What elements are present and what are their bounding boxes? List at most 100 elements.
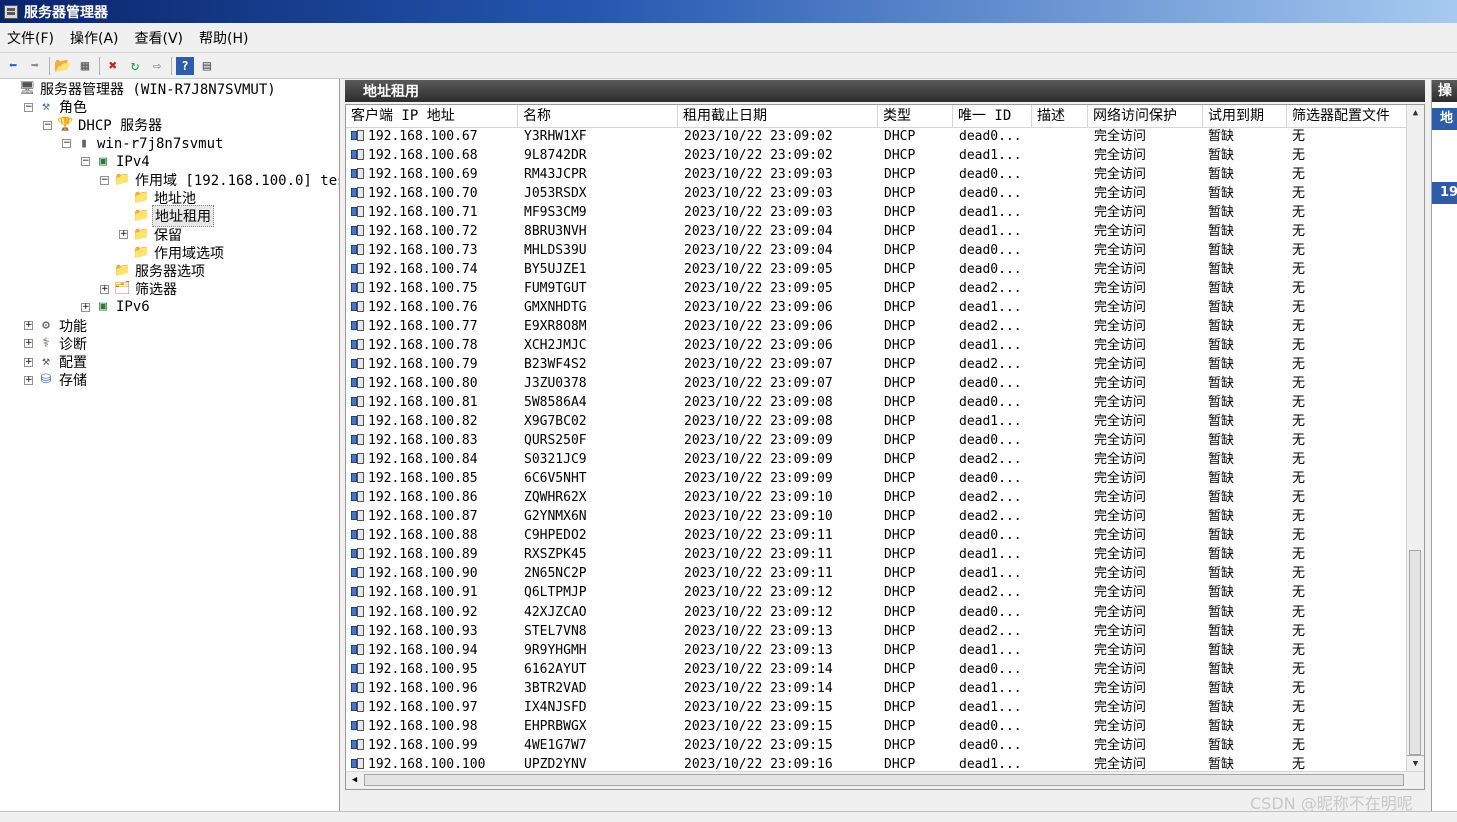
scroll-thumb[interactable] bbox=[1409, 550, 1421, 755]
tree-node[interactable]: − ▮ win-r7j8n7svmut bbox=[62, 135, 225, 153]
table-row[interactable]: 192.168.100.91 Q6LTPMJP 2023/10/22 23:09:1… bbox=[346, 583, 1406, 602]
expand-icon[interactable]: + bbox=[24, 375, 33, 385]
table-row[interactable]: 192.168.100.74 BY5UJZE1 2023/10/22 23:09:0… bbox=[346, 260, 1406, 279]
tree-node[interactable]: + ⛁ 存储 bbox=[24, 371, 89, 389]
collapse-icon[interactable]: − bbox=[100, 175, 109, 185]
column-header-8[interactable]: 筛选器配置文件 bbox=[1287, 105, 1408, 127]
tree-node[interactable]: + 📁 保留 bbox=[119, 226, 184, 244]
table-row[interactable]: 192.168.100.77 E9XR8O8M 2023/10/22 23:09:0… bbox=[346, 317, 1406, 336]
table-row[interactable]: 192.168.100.99 4WE1G7W7 2023/10/22 23:09:1… bbox=[346, 736, 1406, 755]
tree-node[interactable]: + 🗂 筛选器 bbox=[100, 280, 179, 298]
configuration-icon: ⚒ bbox=[42, 354, 50, 369]
tree-node-label: IPv4 bbox=[116, 153, 150, 170]
tree-node[interactable]: + ⚒ 配置 bbox=[24, 353, 89, 371]
collapse-icon[interactable]: − bbox=[43, 120, 52, 130]
menu-item-1[interactable]: 操作(A) bbox=[63, 28, 128, 48]
table-row[interactable]: 192.168.100.80 J3ZU0378 2023/10/22 23:09:0… bbox=[346, 374, 1406, 393]
show-hide-tree-icon[interactable]: ▦ bbox=[76, 57, 94, 75]
table-row[interactable]: 192.168.100.81 5W8586A4 2023/10/22 23:09:0… bbox=[346, 393, 1406, 412]
table-row[interactable]: 192.168.100.76 GMXNHDTG 2023/10/22 23:09:0… bbox=[346, 298, 1406, 317]
table-row[interactable]: 192.168.100.70 J053RSDX 2023/10/22 23:09:0… bbox=[346, 184, 1406, 203]
scroll-left-icon[interactable]: ◀ bbox=[346, 772, 363, 789]
column-header-1[interactable]: 名称 bbox=[518, 105, 678, 127]
cell-8: 无 bbox=[1292, 528, 1306, 544]
table-row[interactable]: 192.168.100.85 6C6V5NHT 2023/10/22 23:09:0… bbox=[346, 469, 1406, 488]
up-folder-icon[interactable]: 📂 bbox=[54, 57, 72, 75]
console-icon[interactable]: ▤ bbox=[198, 57, 216, 75]
table-row[interactable]: 192.168.100.84 S0321JC9 2023/10/22 23:09:0… bbox=[346, 450, 1406, 469]
table-row[interactable]: 192.168.100.67 Y3RHW1XF 2023/10/22 23:09:0… bbox=[346, 127, 1406, 146]
tree-node[interactable]: − ⚒ 角色 bbox=[24, 98, 89, 116]
cell-6: 完全访问 bbox=[1094, 300, 1147, 316]
delete-icon[interactable]: ✖ bbox=[104, 57, 122, 75]
expand-icon[interactable]: + bbox=[24, 357, 33, 367]
table-row[interactable]: 192.168.100.73 MHLDS39U 2023/10/22 23:09:0… bbox=[346, 241, 1406, 260]
table-row[interactable]: 192.168.100.71 MF9S3CM9 2023/10/22 23:09:0… bbox=[346, 203, 1406, 222]
column-header-5[interactable]: 描述 bbox=[1032, 105, 1088, 127]
table-row[interactable]: 192.168.100.96 3BTR2VAD 2023/10/22 23:09:1… bbox=[346, 679, 1406, 698]
table-row[interactable]: 192.168.100.92 42XJZCAO 2023/10/22 23:09:1… bbox=[346, 603, 1406, 622]
table-row[interactable]: 192.168.100.89 RXSZPK45 2023/10/22 23:09:1… bbox=[346, 545, 1406, 564]
table-row[interactable]: 192.168.100.72 8BRU3NVH 2023/10/22 23:09:0… bbox=[346, 222, 1406, 241]
menu-item-2[interactable]: 查看(V) bbox=[128, 28, 193, 48]
tree-node[interactable]: 📁 地址租用 bbox=[119, 205, 214, 228]
tree-node[interactable]: − 🏆 DHCP 服务器 bbox=[43, 116, 164, 134]
column-header-6[interactable]: 网络访问保护 bbox=[1088, 105, 1203, 127]
column-header-2[interactable]: 租用截止日期 bbox=[678, 105, 878, 127]
actions-section[interactable]: 地 bbox=[1432, 108, 1457, 130]
table-row[interactable]: 192.168.100.82 X9G7BC02 2023/10/22 23:09:0… bbox=[346, 412, 1406, 431]
expand-icon[interactable]: + bbox=[119, 230, 128, 240]
hscroll-thumb[interactable] bbox=[364, 774, 1404, 786]
tree-node[interactable]: 📁 作用域选项 bbox=[119, 244, 226, 262]
table-row[interactable]: 192.168.100.95 6162AYUT 2023/10/22 23:09:1… bbox=[346, 660, 1406, 679]
column-header-0[interactable]: 客户端 IP 地址 bbox=[346, 105, 518, 127]
expand-icon[interactable]: + bbox=[100, 284, 109, 294]
cell-3: DHCP bbox=[884, 167, 916, 183]
table-row[interactable]: 192.168.100.69 RM43JCPR 2023/10/22 23:09:0… bbox=[346, 165, 1406, 184]
column-header-7[interactable]: 试用到期 bbox=[1203, 105, 1287, 127]
expand-icon[interactable]: + bbox=[81, 302, 90, 312]
table-row[interactable]: 192.168.100.87 G2YNMX6N 2023/10/22 23:09:1… bbox=[346, 507, 1406, 526]
collapse-icon[interactable]: − bbox=[81, 157, 90, 167]
table-row[interactable]: 192.168.100.83 QURS250F 2023/10/22 23:09:0… bbox=[346, 431, 1406, 450]
table-row[interactable]: 192.168.100.79 B23WF4S2 2023/10/22 23:09:0… bbox=[346, 355, 1406, 374]
table-row[interactable]: 192.168.100.75 FUM9TGUT 2023/10/22 23:09:0… bbox=[346, 279, 1406, 298]
collapse-icon[interactable]: − bbox=[62, 139, 71, 149]
back-arrow-icon[interactable]: ⬅ bbox=[4, 57, 22, 75]
cell-2: 2023/10/22 23:09:03 bbox=[684, 167, 833, 183]
table-row[interactable]: 192.168.100.94 9R9YHGMH 2023/10/22 23:09:1… bbox=[346, 641, 1406, 660]
horizontal-scrollbar[interactable]: ◀ bbox=[346, 771, 1424, 789]
export-list-icon[interactable]: ⇨ bbox=[148, 57, 166, 75]
table-row[interactable]: 192.168.100.68 9L8742DR 2023/10/22 23:09:0… bbox=[346, 146, 1406, 165]
table-row[interactable]: 192.168.100.98 EHPRBWGX 2023/10/22 23:09:1… bbox=[346, 717, 1406, 736]
column-header-3[interactable]: 类型 bbox=[878, 105, 953, 127]
menu-item-3[interactable]: 帮助(H) bbox=[192, 28, 257, 48]
collapse-icon[interactable]: − bbox=[24, 102, 33, 112]
tree-node[interactable]: 🖥 服务器管理器 (WIN-R7J8N7SVMUT) bbox=[5, 80, 278, 98]
table-row[interactable]: 192.168.100.88 C9HPEDO2 2023/10/22 23:09:1… bbox=[346, 526, 1406, 545]
table-row[interactable]: 192.168.100.93 STEL7VN8 2023/10/22 23:09:1… bbox=[346, 622, 1406, 641]
tree-node[interactable]: 📁 服务器选项 bbox=[100, 262, 207, 280]
expand-icon[interactable]: + bbox=[24, 339, 33, 349]
table-row[interactable]: 192.168.100.90 2N65NC2P 2023/10/22 23:09:1… bbox=[346, 564, 1406, 583]
tree-node[interactable]: − 📁 作用域 [192.168.100.0] test bbox=[100, 171, 339, 189]
tree-node[interactable]: − ▣ IPv4 bbox=[81, 153, 152, 171]
table-row[interactable]: 192.168.100.78 XCH2JMJC 2023/10/22 23:09:0… bbox=[346, 336, 1406, 355]
help-icon[interactable]: ? bbox=[176, 56, 194, 75]
lease-icon bbox=[351, 719, 364, 732]
menu-item-0[interactable]: 文件(F) bbox=[0, 28, 63, 48]
column-header-4[interactable]: 唯一 ID bbox=[953, 105, 1032, 127]
refresh-icon[interactable]: ↻ bbox=[126, 57, 144, 75]
actions-section-2[interactable]: 19 bbox=[1432, 182, 1457, 204]
forward-arrow-icon[interactable]: ➡ bbox=[26, 57, 44, 75]
table-row[interactable]: 192.168.100.86 ZQWHR62X 2023/10/22 23:09:1… bbox=[346, 488, 1406, 507]
vertical-scrollbar[interactable]: ▲ ▼ bbox=[1406, 105, 1424, 773]
tree-node[interactable]: + ⚙ 功能 bbox=[24, 317, 89, 335]
tree-node[interactable]: + ▣ IPv6 bbox=[81, 298, 152, 316]
table-row[interactable]: 192.168.100.97 IX4NJSFD 2023/10/22 23:09:1… bbox=[346, 698, 1406, 717]
expand-icon[interactable]: + bbox=[24, 321, 33, 331]
cell-1: EHPRBWGX bbox=[524, 718, 587, 734]
scroll-up-icon[interactable]: ▲ bbox=[1407, 105, 1424, 122]
tree-node[interactable]: + ⚕ 诊断 bbox=[24, 335, 89, 353]
cell-5 bbox=[1038, 488, 1086, 507]
